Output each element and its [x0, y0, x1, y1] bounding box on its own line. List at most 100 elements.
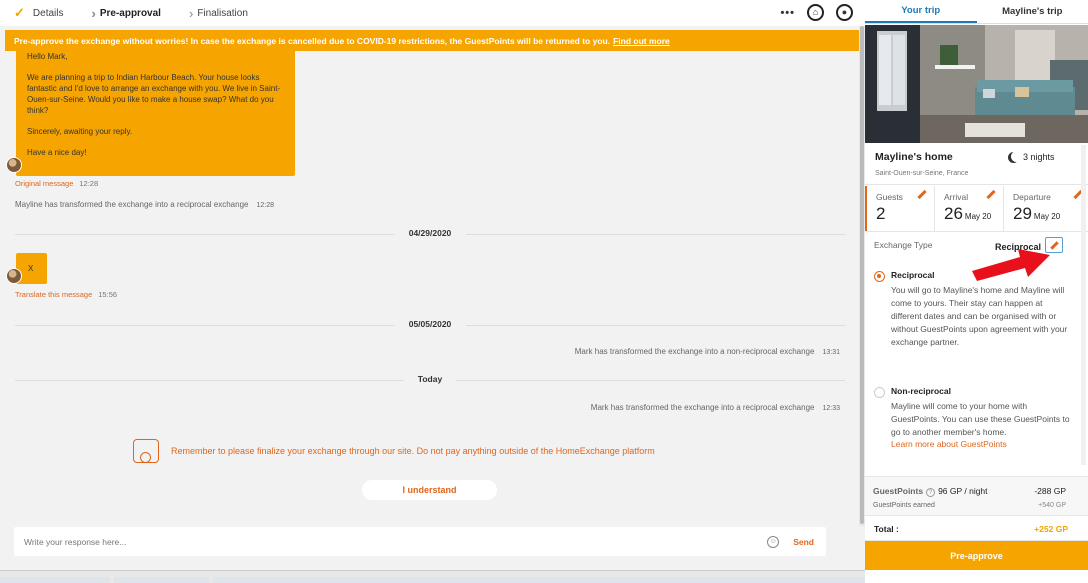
radio-reciprocal[interactable] [874, 271, 885, 282]
nights-count: 3 nights [1008, 151, 1055, 162]
exchange-type-label: Exchange Type [874, 240, 933, 250]
arrival-month: May 20 [964, 212, 992, 221]
scrollbar-thumb[interactable] [860, 26, 864, 524]
message-paragraph: We are planning a trip to Indian Harbour… [27, 73, 281, 115]
message-paragraph: Have a nice day! [27, 148, 87, 157]
date-separator: 05/05/2020 [15, 319, 845, 331]
check-icon: ✓ [14, 5, 25, 20]
original-message-link[interactable]: Original message [15, 179, 73, 188]
guestpoints-earned-label: GuestPoints earned [873, 502, 935, 509]
home-photo[interactable] [865, 25, 1088, 143]
panel-scrollbar[interactable] [1081, 145, 1086, 465]
secure-payment-icon [133, 439, 159, 463]
system-message: Mayline has transformed the exchange int… [15, 200, 274, 209]
option-title: Reciprocal [891, 270, 935, 280]
step-label: Pre-approval [99, 7, 161, 19]
user-icon[interactable]: ● [836, 4, 853, 21]
arrival-day: 26 [944, 204, 963, 223]
radio-non-reciprocal[interactable] [874, 387, 885, 398]
home-photo-illustration [865, 25, 1088, 143]
pre-approve-button[interactable]: Pre-approve [865, 541, 1088, 570]
system-message: Mark has transformed the exchange into a… [575, 347, 840, 356]
avatar [6, 157, 22, 173]
moon-icon [1011, 151, 1022, 162]
taskbar-segment [0, 577, 110, 583]
chevron-right-icon: › [91, 5, 96, 21]
learn-more-guestpoints-link[interactable]: Learn more about GuestPoints [891, 439, 1074, 449]
date-separator: 04/29/2020 [15, 228, 845, 240]
system-message: Mark has transformed the exchange into a… [591, 403, 840, 412]
trip-details: Guests 2 Arrival 26 May 20 Departure 29 Ma… [865, 186, 1088, 232]
trip-tabs: Your trip Mayline's trip [865, 0, 1088, 24]
reply-bar: ☺ Send [14, 527, 826, 556]
banner-find-out-more-link[interactable]: Find out more [613, 36, 670, 46]
avatar [6, 268, 22, 284]
covid-banner: Pre-approve the exchange without worries… [5, 30, 860, 51]
system-message-text: Mark has transformed the exchange into a… [590, 403, 815, 412]
app-window: ✓ Details › Pre-approval › Finalisation … [0, 0, 1088, 583]
guests-label: Guests [876, 192, 903, 202]
arrival-value: 26 May 20 [944, 204, 1003, 224]
option-reciprocal[interactable]: Reciprocal You will go to Mayline's home… [874, 270, 1074, 349]
i-understand-button[interactable]: I understand [362, 480, 497, 500]
message-time: 12:28 [79, 179, 99, 188]
option-description: Mayline will come to your home with Gues… [891, 401, 1070, 437]
total-value: +252 GP [1034, 524, 1068, 534]
more-dots-icon[interactable]: ••• [780, 7, 795, 19]
date-label: 05/05/2020 [394, 319, 466, 329]
system-message-text: Mayline has transformed the exchange int… [15, 200, 249, 209]
date-separator: Today [15, 374, 845, 386]
date-label: Today [403, 374, 457, 384]
reminder-text: Remember to please finalize your exchang… [171, 446, 655, 456]
home-icon[interactable]: ⌂ [807, 4, 824, 21]
guests-value: 2 [876, 204, 886, 223]
step-finalisation[interactable]: › Finalisation [175, 6, 248, 21]
departure-field[interactable]: Departure 29 May 20 [1004, 186, 1088, 231]
arrival-label: Arrival [944, 192, 969, 202]
payment-reminder: Remember to please finalize your exchang… [133, 439, 655, 463]
nights-label: 3 nights [1023, 151, 1055, 162]
tab-maylines-trip[interactable]: Mayline's trip [977, 0, 1088, 23]
system-message-text: Mark has transformed the exchange into a… [574, 347, 815, 356]
system-message-time: 13:31 [822, 349, 840, 356]
arrival-field[interactable]: Arrival 26 May 20 [935, 186, 1004, 231]
message-bubble: Hello Mark, We are planning a trip to In… [16, 51, 295, 176]
option-title: Non-reciprocal [891, 386, 951, 396]
chevron-right-icon: › [188, 5, 194, 21]
tab-your-trip[interactable]: Your trip [865, 0, 977, 23]
message-paragraph: Sincerely, awaiting your reply. [27, 127, 133, 136]
step-pre-approval[interactable]: › Pre-approval [77, 6, 160, 21]
help-icon[interactable]: ? [926, 488, 936, 497]
banner-text: Pre-approve the exchange without worries… [14, 35, 611, 46]
guestpoints-summary: GuestPoints? 96 GP / night -288 GP GuestP… [865, 476, 1088, 516]
translate-message-link[interactable]: Translate this message [15, 290, 92, 299]
send-button[interactable]: Send [793, 537, 814, 547]
system-message-time: 12:33 [822, 405, 840, 412]
chat-thread[interactable]: Hello Mark, We are planning a trip to In… [0, 51, 860, 521]
home-location: Saint-Ouen-sur-Seine, France [875, 170, 969, 177]
message-greeting: Hello Mark, [27, 52, 68, 61]
guestpoints-value: -288 GP [1034, 486, 1066, 496]
departure-value: 29 May 20 [1013, 204, 1088, 224]
guests-field[interactable]: Guests 2 [865, 186, 935, 231]
option-description: You will go to Mayline's home and Maylin… [891, 285, 1068, 347]
guestpoints-label: GuestPoints [873, 486, 924, 496]
home-summary: Mayline's home Saint-Ouen-sur-Seine, Fra… [865, 143, 1088, 185]
home-name: Mayline's home [875, 151, 953, 163]
guestpoints-earned-value: +540 GP [1038, 502, 1066, 509]
system-message-time: 12:28 [256, 202, 274, 209]
step-label: Finalisation [197, 7, 248, 19]
total-label: Total : [874, 524, 899, 534]
trip-panel: Your trip Mayline's trip Mayline's home … [865, 0, 1088, 583]
emoji-icon[interactable]: ☺ [767, 535, 780, 548]
option-non-reciprocal[interactable]: Non-reciprocal Mayline will come to your… [874, 386, 1074, 449]
top-actions: ••• ⌂ ● [780, 4, 853, 21]
guestpoints-row: GuestPoints? 96 GP / night [873, 486, 988, 497]
departure-month: May 20 [1033, 212, 1061, 221]
message-time: 15:56 [98, 290, 118, 299]
progress-steps-bar: ✓ Details › Pre-approval › Finalisation … [0, 0, 865, 26]
step-details[interactable]: ✓ Details [14, 5, 63, 21]
step-label: Details [32, 7, 64, 19]
departure-day: 29 [1013, 204, 1032, 223]
reply-input[interactable] [14, 536, 768, 547]
